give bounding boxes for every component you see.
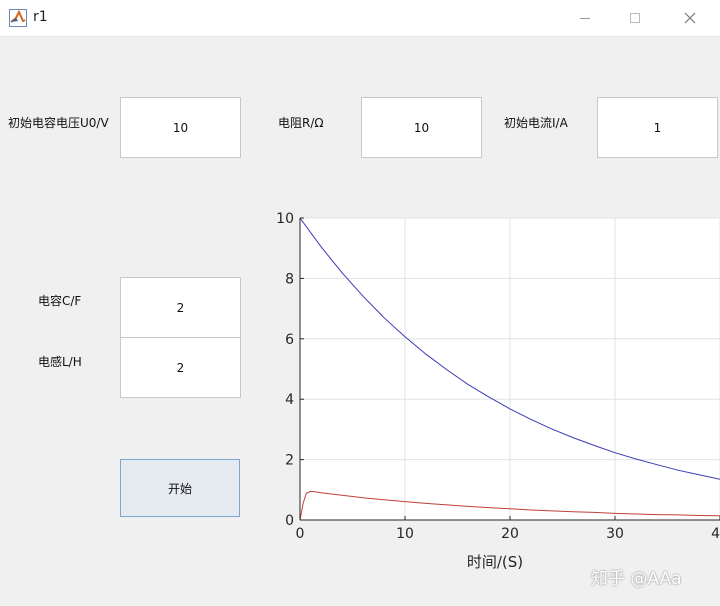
resistance-label: 电阻R/Ω bbox=[278, 116, 324, 130]
x-tick-label: 40 bbox=[711, 526, 720, 542]
initial-current-input[interactable]: 1 bbox=[597, 97, 718, 158]
minimize-icon bbox=[580, 18, 590, 19]
x-tick-labels: 0 10 20 30 40 bbox=[296, 526, 720, 542]
inductance-label: 电感L/H bbox=[38, 355, 82, 369]
x-tick-label: 30 bbox=[606, 526, 624, 542]
y-tick-labels: 0 2 4 6 8 10 bbox=[276, 211, 294, 529]
x-tick-label: 20 bbox=[501, 526, 519, 542]
capacitance-label: 电容C/F bbox=[38, 294, 82, 308]
y-tick-label: 4 bbox=[285, 392, 294, 408]
initial-current-label: 初始电流I/A bbox=[504, 116, 568, 130]
close-icon bbox=[684, 12, 696, 24]
y-tick-label: 2 bbox=[285, 453, 294, 469]
capacitance-input[interactable]: 2 bbox=[120, 277, 241, 338]
initial-current-value: 1 bbox=[653, 120, 662, 135]
title-bar: r1 bbox=[0, 0, 720, 37]
initial-voltage-value: 10 bbox=[172, 120, 189, 135]
resistance-input[interactable]: 10 bbox=[361, 97, 482, 158]
watermark: 知乎 @AAa bbox=[591, 569, 682, 589]
maximize-icon bbox=[630, 13, 640, 23]
close-button[interactable] bbox=[667, 0, 713, 36]
plot-axes[interactable]: 0 10 20 30 40 0 2 4 6 8 10 时间/(S) bbox=[270, 205, 720, 575]
start-button[interactable]: 开始 bbox=[120, 459, 240, 517]
y-tick-label: 8 bbox=[285, 271, 294, 287]
matlab-icon bbox=[9, 9, 27, 27]
resistance-value: 10 bbox=[413, 120, 430, 135]
minimize-button[interactable] bbox=[562, 0, 608, 36]
y-tick-label: 10 bbox=[276, 211, 294, 227]
initial-voltage-label: 初始电容电压U0/V bbox=[8, 116, 109, 130]
capacitance-value: 2 bbox=[176, 300, 185, 315]
inductance-input[interactable]: 2 bbox=[120, 337, 241, 398]
maximize-button[interactable] bbox=[612, 0, 658, 36]
x-tick-label: 0 bbox=[296, 526, 305, 542]
start-button-label: 开始 bbox=[167, 481, 192, 496]
initial-voltage-input[interactable]: 10 bbox=[120, 97, 241, 158]
inductance-value: 2 bbox=[176, 360, 185, 375]
y-tick-label: 6 bbox=[285, 332, 294, 348]
window-title: r1 bbox=[33, 9, 48, 25]
y-tick-label: 0 bbox=[285, 513, 294, 529]
x-axis-label: 时间/(S) bbox=[467, 553, 523, 571]
x-tick-label: 10 bbox=[396, 526, 414, 542]
